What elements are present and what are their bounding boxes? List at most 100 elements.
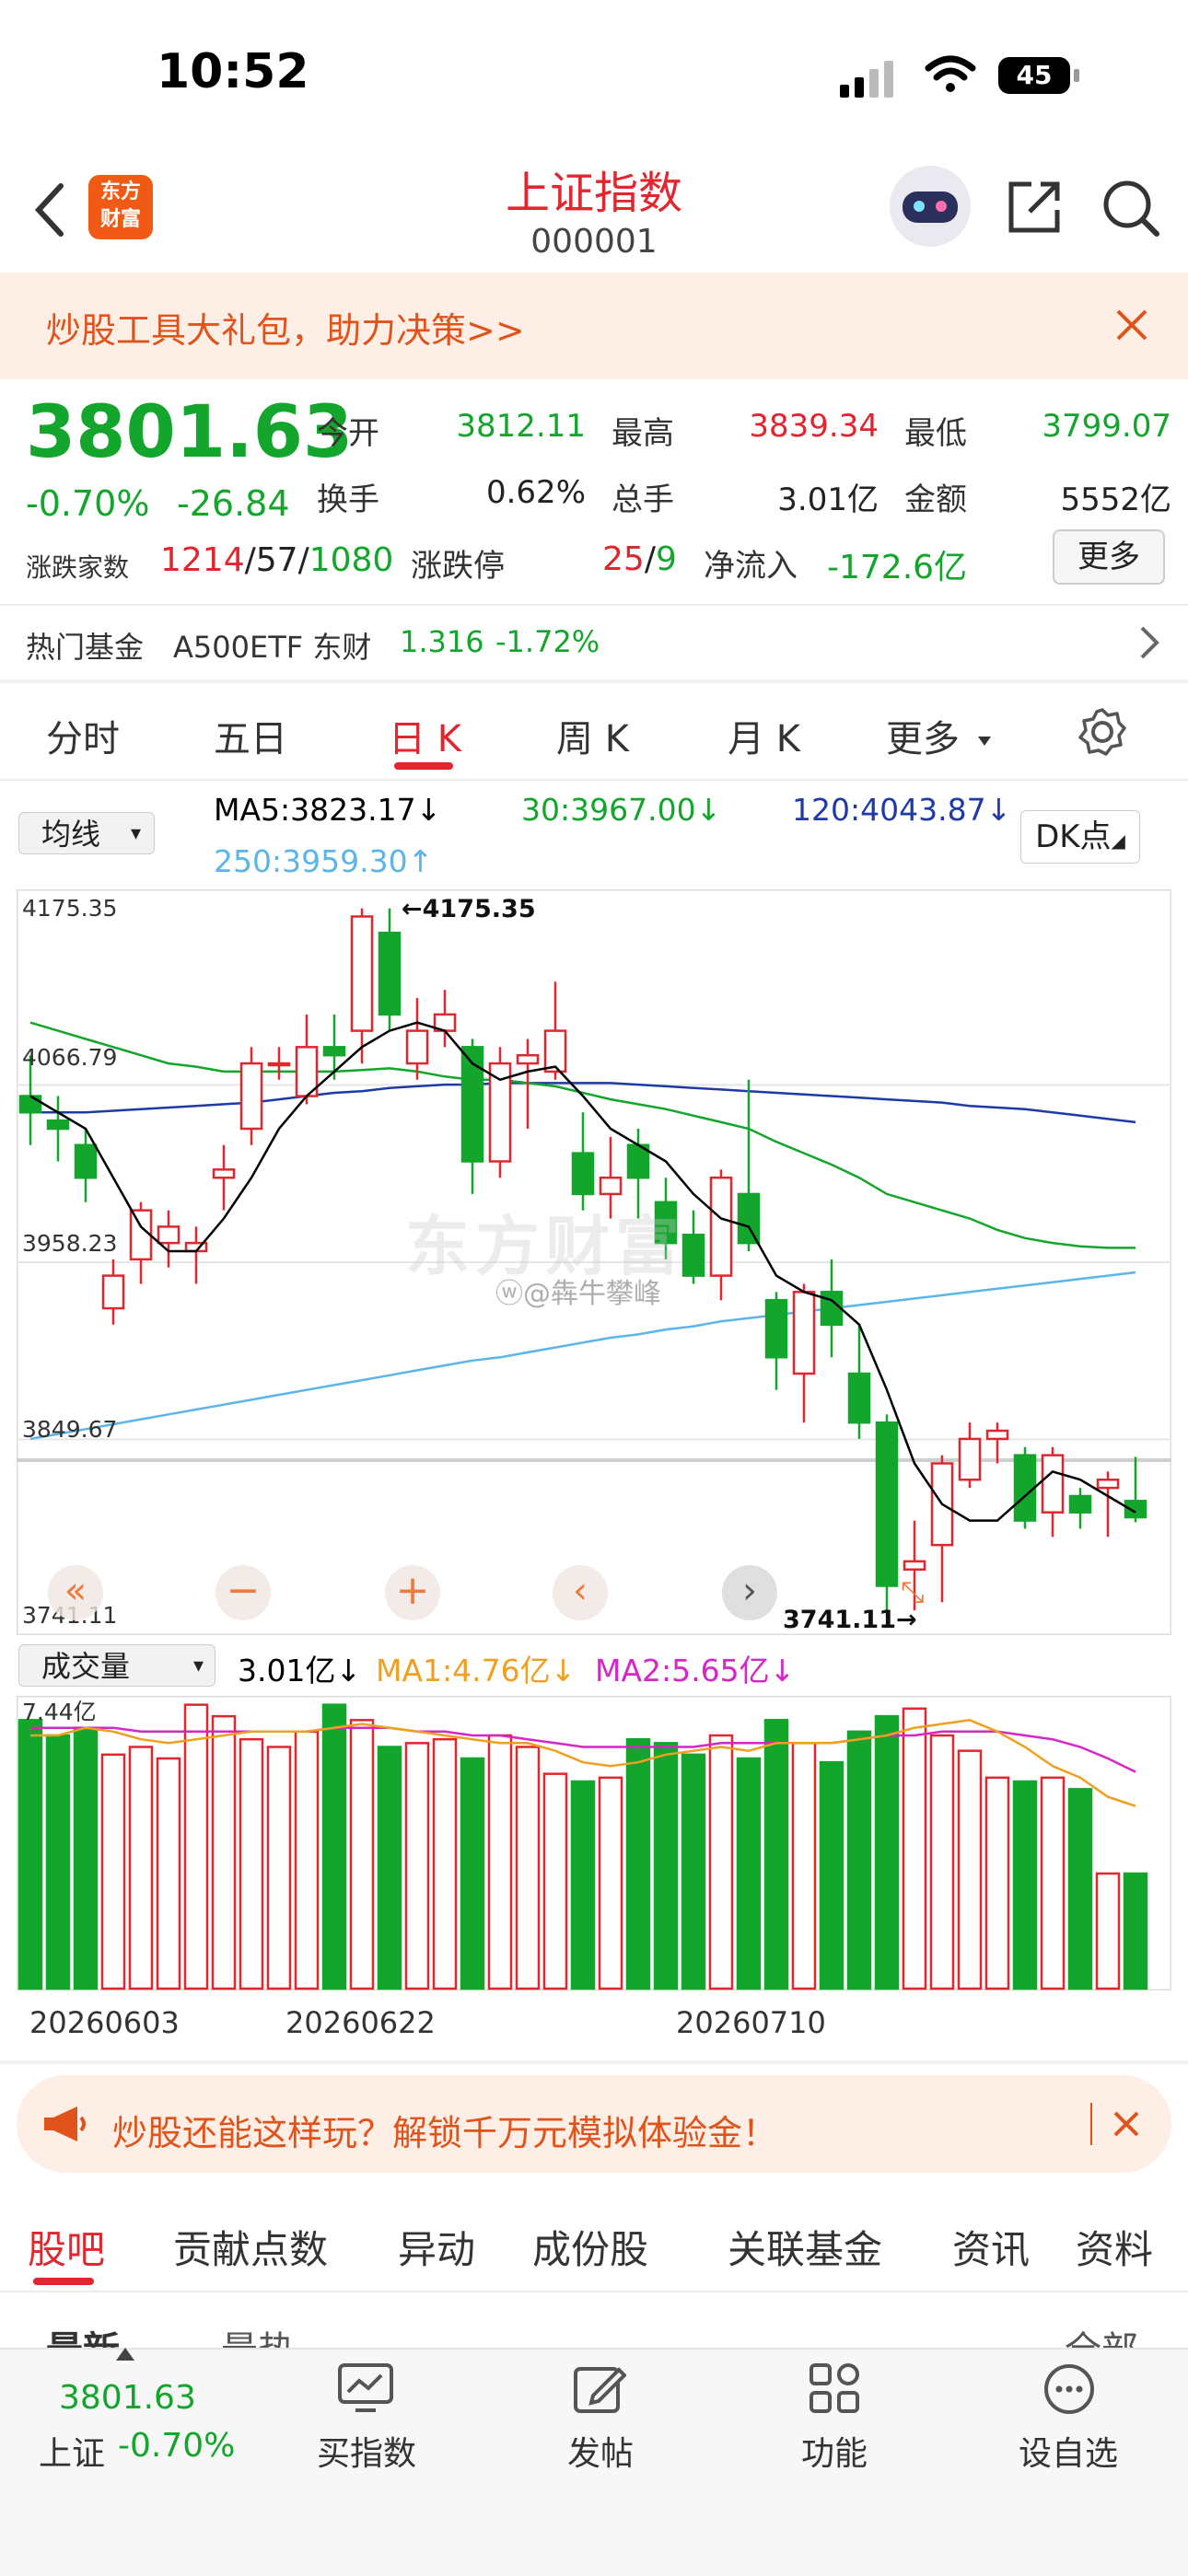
dk-point-button[interactable]: DK点◢	[1020, 810, 1140, 864]
promo-banner-text[interactable]: 炒股工具大礼包，助力决策>>	[46, 302, 525, 353]
bottom-index-name[interactable]: 上证	[39, 2427, 105, 2475]
candle-up	[350, 908, 374, 1064]
settings-gear-icon[interactable]	[1077, 707, 1127, 760]
add-watchlist-icon[interactable]	[1042, 2362, 1096, 2419]
limit-up: 25	[602, 540, 645, 578]
divider	[0, 2291, 1188, 2292]
low-value: 3799.07	[1042, 408, 1171, 445]
ma-select-label: 均线	[41, 817, 101, 852]
subtab-movement[interactable]: 异动	[398, 2219, 475, 2275]
axis-tick-label: 3849.67	[22, 1416, 118, 1443]
volume-bar-up	[929, 1734, 955, 1990]
candle-down	[1124, 1456, 1147, 1523]
volume-bar-down	[736, 1757, 762, 1990]
candle-body	[737, 1192, 761, 1245]
battery-level: 45	[1016, 60, 1053, 90]
tab-more[interactable]: 更多	[886, 709, 960, 762]
date-label: 20260603	[29, 2005, 180, 2040]
candle-up	[239, 1047, 263, 1145]
volume-ma2: MA2:5.65亿↓	[595, 1653, 796, 1688]
volume-bar-up	[432, 1737, 458, 1990]
add-watchlist-label[interactable]: 设自选	[976, 2427, 1160, 2475]
share-icon[interactable]	[1004, 177, 1065, 241]
candle-body	[903, 1560, 926, 1572]
rewind-icon[interactable]: «	[48, 1565, 103, 1620]
zoom-out-icon[interactable]: −	[215, 1565, 271, 1620]
volume-axis-max: 7.44亿	[22, 1699, 97, 1725]
ma30-value: 30:3967.00↓	[521, 792, 722, 828]
function-grid-icon[interactable]	[809, 2362, 860, 2418]
volume-chart[interactable]	[17, 1696, 1171, 1990]
tab-daily-k[interactable]: 日 K	[389, 709, 461, 762]
subtab-constituents[interactable]: 成份股	[532, 2219, 648, 2275]
candle-body	[129, 1209, 153, 1261]
previous-icon[interactable]: ‹	[553, 1565, 608, 1620]
expand-up-icon[interactable]	[116, 2348, 134, 2361]
candle-body	[18, 1095, 42, 1114]
axis-tick-label: 3958.23	[22, 1230, 118, 1257]
volume-bar-up	[404, 1742, 430, 1990]
volume-bar-down	[460, 1757, 485, 1990]
inflow-label: 净流入	[704, 548, 798, 585]
volume-ma1-text: MA1:4.76亿	[376, 1653, 551, 1688]
fund-name[interactable]: A500ETF 东财	[173, 624, 371, 667]
chevron-right-icon[interactable]	[1138, 624, 1160, 665]
turnover-value: 0.62%	[485, 474, 586, 511]
ma-select[interactable]: 均线 ▾	[18, 812, 155, 854]
notice-close-icon[interactable]	[1112, 2110, 1140, 2141]
caret-down-icon	[978, 737, 991, 746]
buy-index-icon[interactable]	[337, 2362, 394, 2416]
volume-bar-down	[763, 1719, 789, 1990]
divider	[0, 604, 1188, 606]
notice-text[interactable]: 炒股还能这样玩？解锁千万元模拟体验金！	[112, 2105, 777, 2155]
assistant-robot-icon[interactable]	[890, 166, 971, 247]
close-icon[interactable]	[1114, 307, 1149, 346]
zoom-in-icon[interactable]: +	[385, 1565, 440, 1620]
tab-weekly-k[interactable]: 周 K	[556, 709, 629, 762]
next-icon[interactable]: ›	[722, 1565, 777, 1620]
axis-tick-label: 4175.35	[22, 895, 118, 922]
active-tab-indicator	[394, 762, 453, 770]
low-label: 最低	[904, 415, 967, 452]
expand-icon[interactable]: ⤡	[901, 1574, 925, 1610]
volume-bar-up	[542, 1772, 568, 1990]
candle-up	[1041, 1446, 1065, 1537]
candle-up	[101, 1259, 125, 1325]
section-gap	[0, 2060, 1188, 2064]
bottom-price[interactable]: 3801.63	[59, 2379, 196, 2417]
volume-select[interactable]: 成交量 ▾	[18, 1644, 215, 1687]
post-label[interactable]: 发帖	[508, 2427, 693, 2475]
breadth-label: 涨跌家数	[26, 552, 130, 583]
tab-intraday[interactable]: 分时	[46, 709, 120, 762]
notice-divider	[1090, 2103, 1092, 2145]
subtab-profile[interactable]: 资料	[1076, 2219, 1153, 2275]
buy-index-label[interactable]: 买指数	[274, 2427, 459, 2475]
candle-body	[1013, 1454, 1037, 1522]
candle-down	[875, 1414, 899, 1618]
candle-up	[792, 1283, 816, 1423]
volume-bar-up	[1040, 1776, 1066, 1990]
volume-bar-down	[846, 1730, 872, 1990]
candle-down	[1068, 1488, 1092, 1529]
breadth-up: 1214	[160, 541, 245, 579]
volume-bar-up	[984, 1776, 1010, 1990]
limit-label: 涨跌停	[411, 548, 505, 585]
tab-monthly-k[interactable]: 月 K	[728, 709, 800, 762]
dk-label: DK点	[1035, 818, 1112, 855]
subtab-news[interactable]: 资讯	[952, 2219, 1030, 2275]
bottom-change[interactable]: -0.70%	[118, 2427, 235, 2465]
candle-body	[1096, 1478, 1120, 1490]
candle-body	[74, 1143, 98, 1179]
subtab-forum[interactable]: 股吧	[28, 2219, 105, 2275]
function-label[interactable]: 功能	[742, 2427, 926, 2475]
tab-five-day[interactable]: 五日	[214, 709, 287, 762]
more-button[interactable]: 更多	[1053, 529, 1165, 585]
subtab-contribution[interactable]: 贡献点数	[173, 2219, 328, 2275]
subtab-related-funds[interactable]: 关联基金	[728, 2219, 882, 2275]
volume-bar-up	[183, 1703, 209, 1990]
post-icon[interactable]	[573, 2362, 627, 2419]
max-price-marker: ←4175.35	[402, 895, 536, 923]
subtab-indicator	[33, 2278, 94, 2285]
search-icon[interactable]	[1100, 177, 1162, 243]
candle-body	[571, 1152, 595, 1196]
